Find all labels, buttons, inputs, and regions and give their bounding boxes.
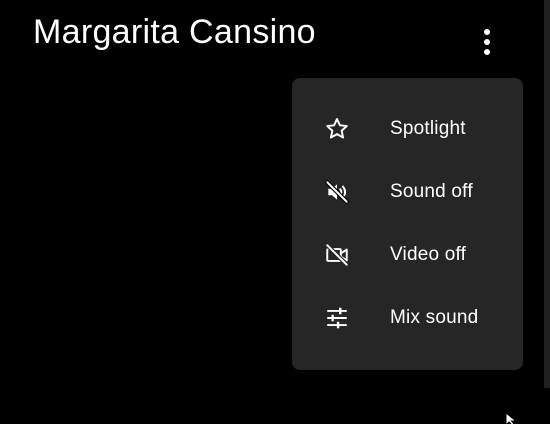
more-vertical-icon: [484, 29, 490, 55]
more-options-button[interactable]: [467, 22, 507, 62]
participant-tile: Margarita Cansino Spotlight Sound off Vi…: [0, 0, 550, 424]
adjacent-tile-edge: [544, 0, 550, 388]
volume-off-icon: [323, 178, 351, 206]
participant-name: Margarita Cansino: [33, 13, 316, 51]
participant-options-menu: Spotlight Sound off Video off Mix sound: [292, 78, 523, 370]
menu-item-label: Sound off: [390, 180, 473, 202]
star-outline-icon: [323, 115, 351, 143]
menu-item-sound-off[interactable]: Sound off: [292, 160, 523, 223]
mouse-pointer-icon: [505, 411, 519, 424]
menu-item-video-off[interactable]: Video off: [292, 223, 523, 286]
menu-item-label: Video off: [390, 243, 467, 265]
menu-item-label: Mix sound: [390, 306, 479, 328]
tune-sliders-icon: [323, 304, 351, 332]
menu-item-mix-sound[interactable]: Mix sound: [292, 286, 523, 349]
menu-item-spotlight[interactable]: Spotlight: [292, 97, 523, 160]
video-off-icon: [323, 241, 351, 269]
menu-item-label: Spotlight: [390, 117, 466, 139]
